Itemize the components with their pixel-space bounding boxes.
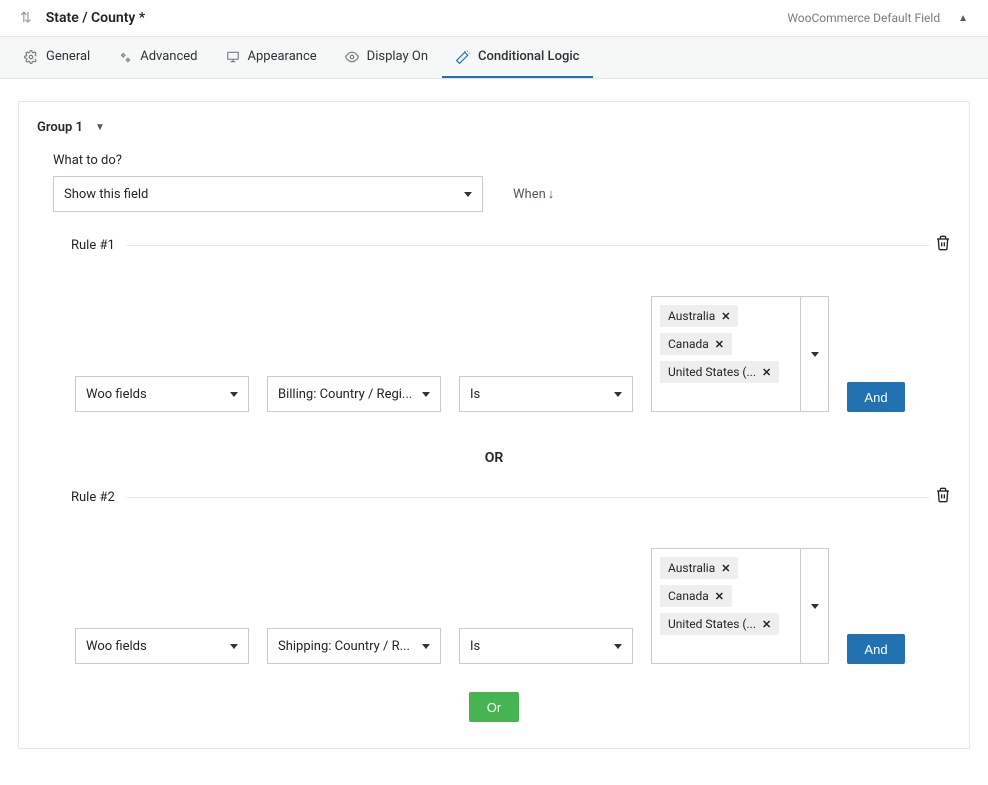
tag-label: Australia bbox=[668, 309, 715, 323]
tags-body: Australia ✕ Canada ✕ United States (... ✕ bbox=[652, 297, 800, 411]
tag-remove-icon[interactable]: ✕ bbox=[762, 366, 771, 379]
default-field-label: WooCommerce Default Field bbox=[787, 11, 940, 25]
tag-label: Canada bbox=[668, 337, 709, 351]
tab-general[interactable]: General bbox=[10, 37, 104, 78]
tab-conditional-logic[interactable]: Conditional Logic bbox=[442, 37, 593, 78]
operator-select[interactable]: Is bbox=[459, 376, 633, 412]
caret-down-icon bbox=[811, 352, 819, 357]
field-select-value: Billing: Country / Regi... bbox=[278, 387, 412, 402]
rule-block-2: Rule #2 Woo fields Shipping: Country / R… bbox=[65, 486, 951, 664]
group-header[interactable]: Group 1 ▼ bbox=[37, 120, 951, 135]
trash-icon bbox=[935, 486, 951, 504]
or-divider: OR bbox=[37, 450, 951, 466]
rule-divider bbox=[127, 497, 929, 498]
tab-display-on-label: Display On bbox=[367, 49, 428, 64]
collapse-arrow-icon[interactable]: ▲ bbox=[958, 13, 968, 24]
field-select-value: Shipping: Country / R... bbox=[278, 639, 410, 654]
conditional-logic-panel: Group 1 ▼ What to do? Show this field Wh… bbox=[18, 101, 970, 749]
rule-block-1: Rule #1 Woo fields Billing: Country / Re… bbox=[65, 234, 951, 412]
action-select[interactable]: Show this field bbox=[53, 176, 483, 212]
rule-title-2: Rule #2 bbox=[65, 490, 121, 505]
and-button[interactable]: And bbox=[847, 382, 905, 412]
header-right: WooCommerce Default Field ▲ bbox=[787, 11, 968, 25]
eye-icon bbox=[345, 50, 359, 64]
caret-down-icon bbox=[464, 192, 472, 197]
sort-icon[interactable]: ⇅ bbox=[20, 10, 32, 26]
rule-divider bbox=[127, 245, 929, 246]
tags-body: Australia ✕ Canada ✕ United States (... ✕ bbox=[652, 549, 800, 663]
tag: Canada ✕ bbox=[660, 585, 732, 607]
when-label: When↓ bbox=[513, 186, 554, 202]
chevron-down-icon: ▼ bbox=[95, 122, 105, 133]
source-select-value: Woo fields bbox=[86, 639, 147, 654]
tab-appearance[interactable]: Appearance bbox=[212, 37, 331, 78]
value-multiselect[interactable]: Australia ✕ Canada ✕ United States (... ✕ bbox=[651, 548, 829, 664]
rule-row-2: Woo fields Shipping: Country / R... Is A… bbox=[65, 548, 951, 664]
delete-rule-button[interactable] bbox=[935, 486, 951, 508]
what-to-do-label: What to do? bbox=[53, 153, 951, 168]
operator-select[interactable]: Is bbox=[459, 628, 633, 664]
caret-down-icon bbox=[230, 392, 238, 397]
multiselect-dropdown-toggle[interactable] bbox=[800, 549, 828, 663]
tag-label: United States (... bbox=[668, 617, 756, 631]
source-select[interactable]: Woo fields bbox=[75, 628, 249, 664]
gears-icon bbox=[118, 50, 132, 64]
tab-advanced-label: Advanced bbox=[140, 49, 197, 64]
tab-advanced[interactable]: Advanced bbox=[104, 37, 211, 78]
rule-title-1: Rule #1 bbox=[65, 238, 121, 253]
caret-down-icon bbox=[422, 644, 430, 649]
monitor-icon bbox=[226, 50, 240, 64]
tag-label: United States (... bbox=[668, 365, 756, 379]
rule-legend-2: Rule #2 bbox=[65, 486, 951, 508]
tag: United States (... ✕ bbox=[660, 361, 779, 383]
tag-remove-icon[interactable]: ✕ bbox=[762, 618, 771, 631]
operator-select-value: Is bbox=[470, 387, 480, 402]
wand-icon bbox=[456, 50, 470, 64]
tag-label: Australia bbox=[668, 561, 715, 575]
field-select[interactable]: Billing: Country / Regi... bbox=[267, 376, 441, 412]
tab-general-label: General bbox=[46, 49, 90, 64]
group-label: Group 1 bbox=[37, 120, 83, 135]
tag: Australia ✕ bbox=[660, 305, 738, 327]
caret-down-icon bbox=[422, 392, 430, 397]
tab-appearance-label: Appearance bbox=[248, 49, 317, 64]
caret-down-icon bbox=[614, 644, 622, 649]
or-button-row: Or bbox=[37, 692, 951, 722]
trash-icon bbox=[935, 234, 951, 252]
caret-down-icon bbox=[230, 644, 238, 649]
when-text: When bbox=[513, 187, 546, 202]
delete-rule-button[interactable] bbox=[935, 234, 951, 256]
tag-remove-icon[interactable]: ✕ bbox=[715, 590, 724, 603]
field-header: ⇅ State / County * WooCommerce Default F… bbox=[0, 0, 988, 37]
tag: United States (... ✕ bbox=[660, 613, 779, 635]
caret-down-icon bbox=[614, 392, 622, 397]
gear-icon bbox=[24, 50, 38, 64]
operator-select-value: Is bbox=[470, 639, 480, 654]
tag-remove-icon[interactable]: ✕ bbox=[721, 562, 730, 575]
tag-remove-icon[interactable]: ✕ bbox=[721, 310, 730, 323]
field-title: State / County * bbox=[46, 10, 145, 26]
and-button[interactable]: And bbox=[847, 634, 905, 664]
multiselect-dropdown-toggle[interactable] bbox=[800, 297, 828, 411]
tabs: General Advanced Appearance Display On C… bbox=[0, 37, 988, 79]
tag: Australia ✕ bbox=[660, 557, 738, 579]
header-left: ⇅ State / County * bbox=[20, 10, 145, 26]
source-select-value: Woo fields bbox=[86, 387, 147, 402]
action-select-value: Show this field bbox=[64, 187, 148, 202]
tag-remove-icon[interactable]: ✕ bbox=[715, 338, 724, 351]
tab-conditional-label: Conditional Logic bbox=[478, 49, 579, 64]
tab-display-on[interactable]: Display On bbox=[331, 37, 442, 78]
caret-down-icon bbox=[811, 604, 819, 609]
source-select[interactable]: Woo fields bbox=[75, 376, 249, 412]
rule-row-1: Woo fields Billing: Country / Regi... Is… bbox=[65, 296, 951, 412]
rule-legend-1: Rule #1 bbox=[65, 234, 951, 256]
field-select[interactable]: Shipping: Country / R... bbox=[267, 628, 441, 664]
tag-label: Canada bbox=[668, 589, 709, 603]
action-row: Show this field When↓ bbox=[53, 176, 951, 212]
arrow-down-icon: ↓ bbox=[548, 186, 555, 202]
value-multiselect[interactable]: Australia ✕ Canada ✕ United States (... ✕ bbox=[651, 296, 829, 412]
tag: Canada ✕ bbox=[660, 333, 732, 355]
or-button[interactable]: Or bbox=[469, 692, 519, 722]
what-to-do-section: What to do? Show this field When↓ bbox=[53, 153, 951, 212]
